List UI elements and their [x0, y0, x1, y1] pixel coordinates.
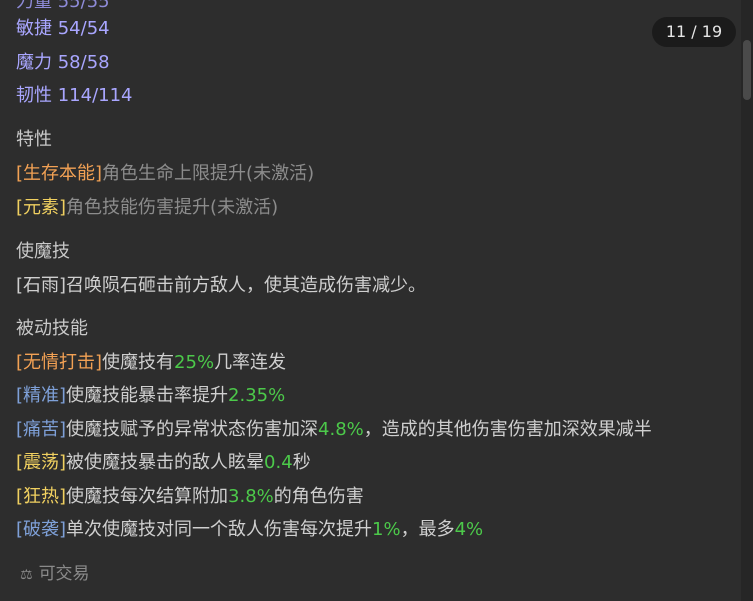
passive-row: [震荡]被使魔技暴击的敌人眩晕0.4秒 [16, 451, 311, 475]
scrollbar[interactable] [741, 0, 753, 601]
passive-value: 3.8% [228, 486, 274, 507]
stat-magic: 魔力 58/58 [16, 52, 110, 73]
passive-value: 25% [174, 352, 215, 373]
passive-tag: [精准] [16, 385, 67, 406]
item-tooltip-panel: 力量 55/55 敏捷 54/54 魔力 58/58 韧性 114/114 特性… [0, 0, 742, 601]
passive-text-post: 几率连发 [214, 352, 287, 373]
scale-icon: ⚖ [20, 567, 33, 583]
page-counter-badge: 11 / 19 [652, 17, 736, 47]
passive-text-post: ，造成的其他伤害伤害加深效果减半 [363, 419, 652, 440]
passive-tag: [破袭] [16, 519, 67, 540]
passive-text: 使魔技能暴击率提升 [66, 385, 229, 406]
passive-row: [狂热]使魔技每次结算附加3.8%的角色伤害 [16, 485, 364, 509]
passive-tag: [震荡] [16, 452, 67, 473]
passive-text-post: ，最多 [400, 519, 455, 540]
passive-text: 被使魔技暴击的敌人眩晕 [66, 452, 265, 473]
passive-row: [精准]使魔技能暴击率提升2.35% [16, 384, 285, 408]
skill-heading: 使魔技 [16, 241, 70, 262]
passive-value: 0.4 [264, 452, 293, 473]
passive-value: 2.35% [228, 385, 286, 406]
tradeable-label: 可交易 [38, 564, 90, 584]
trait-text: 角色技能伤害提升(未激活) [66, 197, 279, 218]
passive-text: 使魔技赋予的异常状态伤害加深 [66, 419, 319, 440]
trait-tag: [生存本能] [16, 163, 103, 184]
tradeable-indicator: ⚖ 可交易 [20, 562, 90, 587]
passive-heading: 被动技能 [16, 318, 88, 339]
passive-row: [痛苦]使魔技赋予的异常状态伤害加深4.8%，造成的其他伤害伤害加深效果减半 [16, 418, 652, 442]
passive-tag: [无情打击] [16, 352, 103, 373]
stat-strength: 力量 55/55 [16, 0, 110, 12]
trait-tag: [元素] [16, 197, 67, 218]
stat-agility: 敏捷 54/54 [16, 18, 110, 39]
passive-row: [破袭]单次使魔技对同一个敌人伤害每次提升1%，最多4% [16, 518, 483, 542]
passive-row: [无情打击]使魔技有25%几率连发 [16, 351, 286, 375]
passive-text: 使魔技有 [102, 352, 175, 373]
passive-text-post: 的角色伤害 [273, 486, 364, 507]
passive-text: 单次使魔技对同一个敌人伤害每次提升 [66, 519, 373, 540]
passive-tag: [狂热] [16, 486, 67, 507]
passive-text: 使魔技每次结算附加 [66, 486, 229, 507]
trait-text: 角色生命上限提升(未激活) [102, 163, 315, 184]
passive-value: 1% [372, 519, 401, 540]
trait-row: [元素]角色技能伤害提升(未激活) [16, 196, 278, 220]
passive-text-post: 秒 [292, 452, 311, 473]
passive-value-max: 4% [454, 519, 484, 540]
passive-tag: [痛苦] [16, 419, 67, 440]
trait-row: [生存本能]角色生命上限提升(未激活) [16, 162, 314, 186]
skill-description: [石雨]召唤陨石砸击前方敌人，使其造成伤害减少。 [16, 275, 427, 296]
scrollbar-thumb[interactable] [743, 40, 751, 100]
traits-heading: 特性 [16, 129, 52, 150]
stat-toughness: 韧性 114/114 [16, 85, 133, 106]
passive-value: 4.8% [318, 419, 364, 440]
